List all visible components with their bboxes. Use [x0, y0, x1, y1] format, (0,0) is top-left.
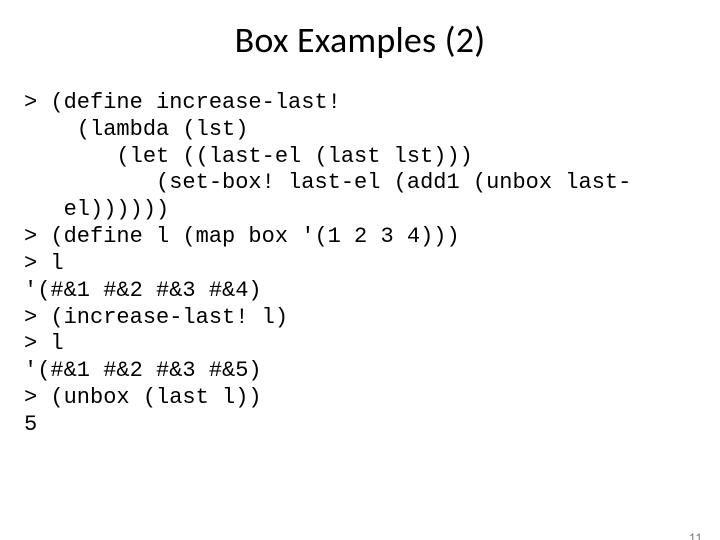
page-number: 11 — [689, 531, 702, 540]
slide: Box Examples (2) > (define increase-last… — [0, 18, 720, 540]
code-block: > (define increase-last! (lambda (lst) (… — [24, 90, 696, 439]
slide-title: Box Examples (2) — [0, 18, 720, 62]
